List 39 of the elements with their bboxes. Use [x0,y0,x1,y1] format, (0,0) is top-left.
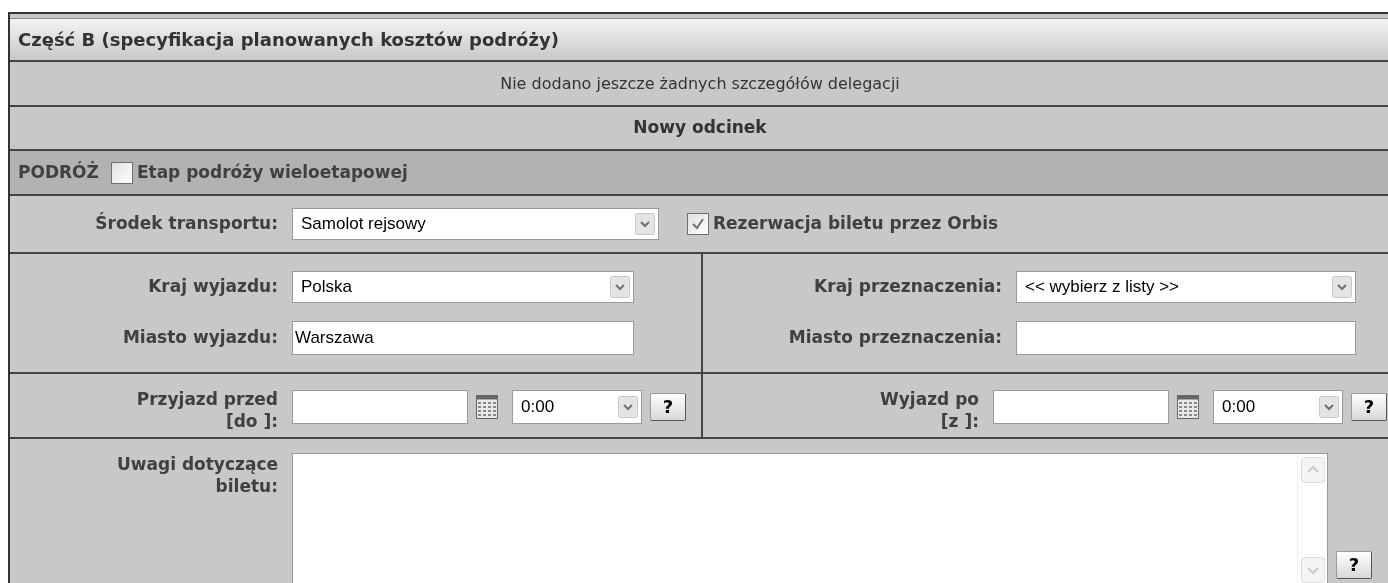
help-button[interactable]: ? [1351,393,1387,421]
scrollbar[interactable] [1297,454,1327,583]
scroll-up-icon[interactable] [1300,457,1325,483]
time-select[interactable]: 0:00 [512,390,642,424]
city-field[interactable] [1016,321,1356,355]
help-button[interactable]: ? [1336,551,1372,579]
country-select[interactable]: << wybierz z listy >> [1016,271,1356,303]
field-label: Kraj przeznaczenia: [814,275,1002,299]
field-label: Miasto wyjazdu: [122,326,278,350]
checkmark-icon [690,216,706,232]
subsection-title: Nowy odcinek [633,116,767,140]
chevron-icon [610,276,630,298]
help-button[interactable]: ? [650,393,686,421]
country-select[interactable]: Polska [292,271,634,303]
travel-label: PODRÓŻ [18,160,99,184]
section-title: Część B (specyfikacja planowanych kosztów podróży) [18,28,559,52]
field-label: Miasto przeznaczenia: [788,326,1002,350]
chevron-icon [635,213,655,235]
transport-select[interactable]: Samolot rejsowy [292,208,659,240]
chevron-icon [618,396,638,418]
calendar-icon[interactable] [1177,395,1199,419]
checkbox[interactable] [687,213,709,235]
checkbox[interactable] [110,161,133,184]
scroll-down-icon[interactable] [1300,557,1325,583]
field-label: Uwagi dotyczące biletu: [117,453,278,498]
chevron-icon [1332,276,1352,298]
field-label: Wyjazd po [z ]: [880,388,979,432]
date-field[interactable] [292,390,468,424]
calendar-icon[interactable] [476,395,498,419]
chevron-icon [1319,396,1339,418]
field-label: Przyjazd przed [do ]: [136,388,278,432]
info-message: Nie dodano jeszcze żadnych szczegółów delegacji [500,72,900,95]
field-label: Kraj wyjazdu: [148,275,278,299]
checkbox-label: Rezerwacja biletu przez Orbis [713,212,999,236]
checkbox-label: Etap podróży wieloetapowej [136,160,408,184]
date-field[interactable] [993,390,1169,424]
city-field[interactable]: Warszawa [292,321,634,355]
field-label: Środek transportu: [95,211,278,236]
time-select[interactable]: 0:00 [1213,390,1343,424]
